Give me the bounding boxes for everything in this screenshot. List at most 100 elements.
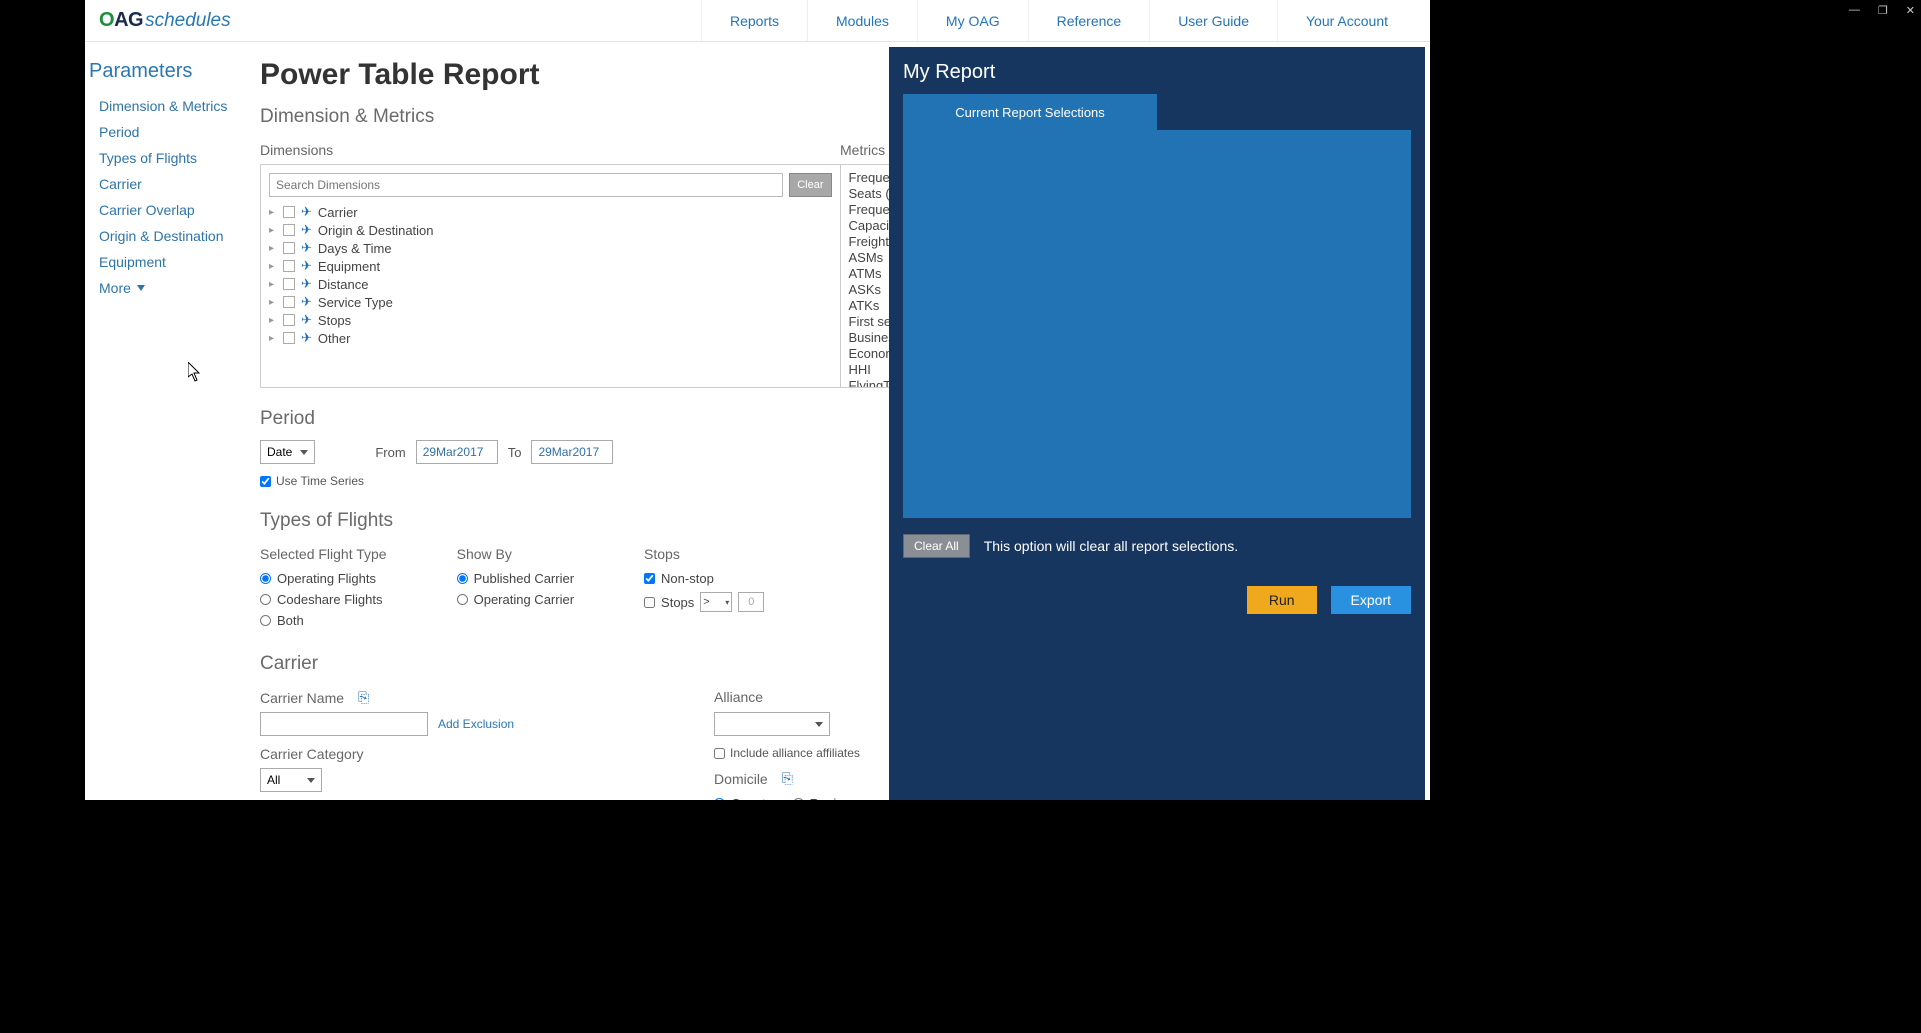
to-label: To [508,445,522,460]
period-mode-value: Date [267,445,292,459]
add-exclusion-link[interactable]: Add Exclusion [438,717,514,731]
search-dimensions-input[interactable] [269,173,783,197]
nav-reference[interactable]: Reference [1028,0,1150,41]
published-carrier-radio[interactable] [457,573,468,584]
use-time-series-checkbox[interactable] [260,476,271,487]
top-bar: OAG schedules Reports Modules My OAG Ref… [85,0,1430,42]
stops-option-label: Stops [661,595,694,610]
tree-item-label: Distance [318,277,369,292]
tree-checkbox[interactable] [283,296,295,308]
dimension-tree-item[interactable]: ▸✈Service Type [269,293,832,311]
sidebar-item-carrier-overlap[interactable]: Carrier Overlap [89,197,250,223]
carrier-name-label: Carrier Name [260,690,344,706]
tree-caret-icon: ▸ [269,243,277,254]
selected-flight-type-label: Selected Flight Type [260,546,387,562]
export-button[interactable]: Export [1331,586,1411,614]
window-maximize-icon[interactable]: ❐ [1878,4,1888,17]
dimension-tree-item[interactable]: ▸✈Stops [269,311,832,329]
carrier-heading-text: Carrier [260,653,318,675]
sidebar-item-equipment[interactable]: Equipment [89,249,250,275]
tree-caret-icon: ▸ [269,207,277,218]
tree-item-label: Origin & Destination [318,223,434,238]
sidebar-item-period[interactable]: Period [89,119,250,145]
plane-icon: ✈ [301,312,312,328]
sidebar-item-origin-destination[interactable]: Origin & Destination [89,223,250,249]
operating-carrier-label: Operating Carrier [474,592,574,607]
logo-ag: AG [114,9,143,31]
dimension-tree-item[interactable]: ▸✈Carrier [269,203,832,221]
dimension-tree-item[interactable]: ▸ ✈ Origin & Destination [269,221,832,239]
tree-caret-icon: ▸ [269,261,277,272]
tree-item-label: Service Type [318,295,393,310]
window-minimize-icon[interactable]: — [1849,4,1860,17]
include-affiliates-label: Include alliance affiliates [730,746,860,760]
show-by-label: Show By [457,546,574,562]
operating-flights-radio[interactable] [260,573,271,584]
window-close-icon[interactable]: ✕ [1906,4,1915,17]
sidebar-more-label: More [99,280,131,296]
carrier-category-select[interactable]: All [260,768,322,792]
tree-caret-icon: ▸ [269,225,277,236]
tree-checkbox[interactable] [283,332,295,344]
tree-checkbox[interactable] [283,278,295,290]
from-date-input[interactable] [416,440,498,464]
sidebar: Parameters Dimension & Metrics Period Ty… [85,42,250,800]
sidebar-item-types-of-flights[interactable]: Types of Flights [89,145,250,171]
nav-my-oag[interactable]: My OAG [917,0,1028,41]
alliance-select[interactable] [714,712,830,736]
plane-icon: ✈ [301,204,312,220]
nav-your-account[interactable]: Your Account [1277,0,1416,41]
dimension-tree-item[interactable]: ▸✈Other [269,329,832,347]
stops-operator-select[interactable]: > [700,592,732,612]
nav-modules[interactable]: Modules [807,0,917,41]
sidebar-item-carrier[interactable]: Carrier [89,171,250,197]
tree-item-label: Equipment [318,259,380,274]
current-selections-tab[interactable]: Current Report Selections [903,94,1157,130]
add-carrier-icon[interactable]: ⎘ [358,689,369,706]
logo: OAG schedules [99,9,231,32]
include-affiliates-checkbox[interactable] [714,748,725,759]
codeshare-flights-radio[interactable] [260,594,271,605]
logo-schedules: schedules [145,10,231,32]
tree-caret-icon: ▸ [269,297,277,308]
tree-checkbox[interactable] [283,314,295,326]
published-carrier-label: Published Carrier [474,571,574,586]
operating-carrier-radio[interactable] [457,594,468,605]
period-mode-select[interactable]: Date [260,440,315,464]
tree-checkbox[interactable] [283,260,295,272]
nonstop-checkbox[interactable] [644,573,655,584]
nav-reports[interactable]: Reports [701,0,807,41]
dimension-tree-item[interactable]: ▸✈Days & Time [269,239,832,257]
tree-checkbox[interactable] [283,206,295,218]
domicile-region-radio[interactable] [793,798,804,800]
to-date-input[interactable] [531,440,613,464]
plane-icon: ✈ [301,222,312,238]
domicile-label: Domicile [714,771,768,787]
dimensions-label: Dimensions [260,142,840,158]
carrier-name-input[interactable] [260,712,428,736]
tree-caret-icon: ▸ [269,279,277,290]
period-heading-text: Period [260,408,315,430]
plane-icon: ✈ [301,330,312,346]
dimension-tree-item[interactable]: ▸✈Distance [269,275,832,293]
sidebar-item-more[interactable]: More [89,275,250,301]
sidebar-heading: Parameters [89,60,250,83]
dimension-tree-item[interactable]: ▸✈Equipment [269,257,832,275]
stops-count-input[interactable] [738,592,764,612]
clear-button[interactable]: Clear [789,173,831,197]
sidebar-item-dimension-metrics[interactable]: Dimension & Metrics [89,93,250,119]
use-time-series-label: Use Time Series [276,474,364,488]
operating-flights-label: Operating Flights [277,571,376,586]
tree-checkbox[interactable] [283,224,295,236]
domicile-country-radio[interactable] [714,798,725,800]
nav-user-guide[interactable]: User Guide [1149,0,1277,41]
add-domicile-icon[interactable]: ⎘ [782,770,793,787]
both-radio[interactable] [260,615,271,626]
stops-label: Stops [644,546,764,562]
tree-checkbox[interactable] [283,242,295,254]
tree-item-label: Days & Time [318,241,392,256]
tree-item-label: Other [318,331,351,346]
run-button[interactable]: Run [1247,586,1317,614]
stops-checkbox[interactable] [644,597,655,608]
clear-all-button[interactable]: Clear All [903,534,970,558]
